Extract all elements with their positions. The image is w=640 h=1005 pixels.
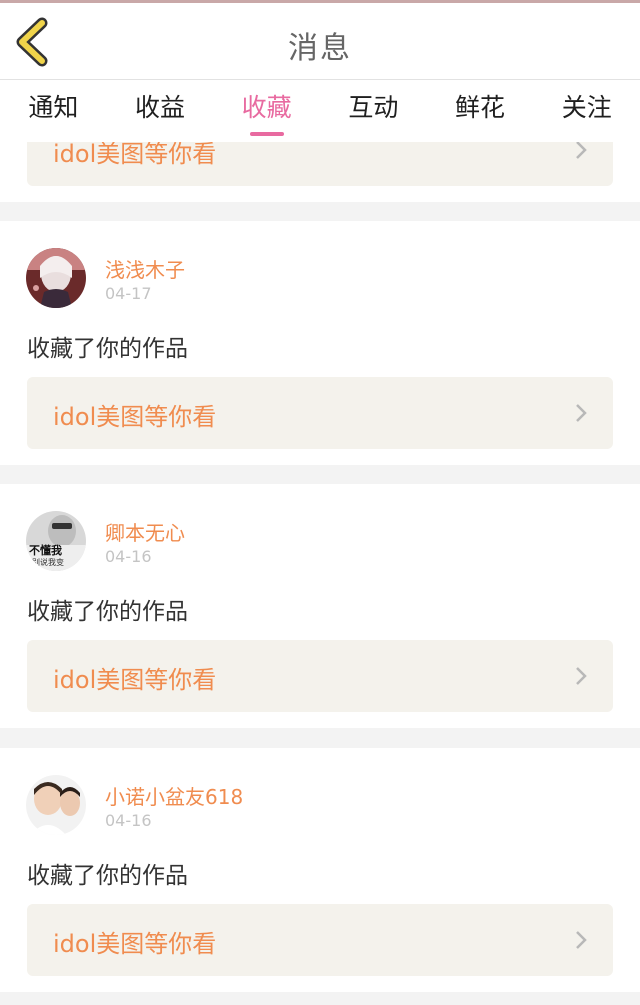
chevron-right-icon [576, 142, 587, 159]
username[interactable]: 浅浅木子 [105, 254, 185, 283]
action-text: 收藏了你的作品 [27, 863, 188, 889]
avatar[interactable] [26, 775, 86, 835]
chevron-right-icon [576, 931, 587, 949]
action-text: 收藏了你的作品 [27, 599, 188, 625]
work-link-box[interactable]: idol美图等你看 [27, 142, 613, 186]
work-link-box[interactable]: idol美图等你看 [27, 904, 613, 976]
tab-favorites[interactable]: 收藏 [213, 80, 320, 142]
tab-flowers[interactable]: 鲜花 [427, 80, 534, 142]
message-feed[interactable]: idol美图等你看 浅浅木子 04-17 收藏了你的作品 idol美图等你看 不… [0, 142, 640, 1005]
tab-earnings[interactable]: 收益 [107, 80, 214, 142]
list-item: idol美图等你看 [0, 142, 640, 202]
list-item: 不懂我 别说我变 卿本无心 04-16 收藏了你的作品 idol美图等你看 [0, 484, 640, 728]
avatar-caption-line1: 不懂我 [29, 544, 62, 557]
header-bar: 消息 [0, 0, 640, 80]
chevron-right-icon [576, 667, 587, 685]
action-text: 收藏了你的作品 [27, 336, 188, 362]
username[interactable]: 小诺小盆友618 [105, 781, 243, 810]
username[interactable]: 卿本无心 [105, 517, 185, 546]
chevron-right-icon [576, 404, 587, 422]
page-title: 消息 [288, 31, 352, 66]
work-link-text: idol美图等你看 [53, 403, 217, 431]
tab-following[interactable]: 关注 [533, 80, 640, 142]
work-link-box[interactable]: idol美图等你看 [27, 377, 613, 449]
tab-bar: 通知 收益 收藏 互动 鲜花 关注 [0, 80, 640, 142]
work-link-text: idol美图等你看 [53, 142, 217, 168]
list-item: 浅浅木子 04-17 收藏了你的作品 idol美图等你看 [0, 221, 640, 465]
avatar-caption-line2: 别说我变 [32, 558, 64, 567]
tab-notifications[interactable]: 通知 [0, 80, 107, 142]
avatar-image [26, 248, 86, 308]
avatar[interactable]: 不懂我 别说我变 [26, 511, 86, 571]
list-item: 小诺小盆友618 04-16 收藏了你的作品 idol美图等你看 [0, 748, 640, 992]
avatar[interactable] [26, 248, 86, 308]
timestamp: 04-16 [105, 811, 152, 830]
work-link-text: idol美图等你看 [53, 930, 217, 958]
tab-interactions[interactable]: 互动 [320, 80, 427, 142]
timestamp: 04-16 [105, 547, 152, 566]
timestamp: 04-17 [105, 284, 152, 303]
avatar-image [26, 775, 86, 835]
work-link-text: idol美图等你看 [53, 666, 217, 694]
work-link-box[interactable]: idol美图等你看 [27, 640, 613, 712]
